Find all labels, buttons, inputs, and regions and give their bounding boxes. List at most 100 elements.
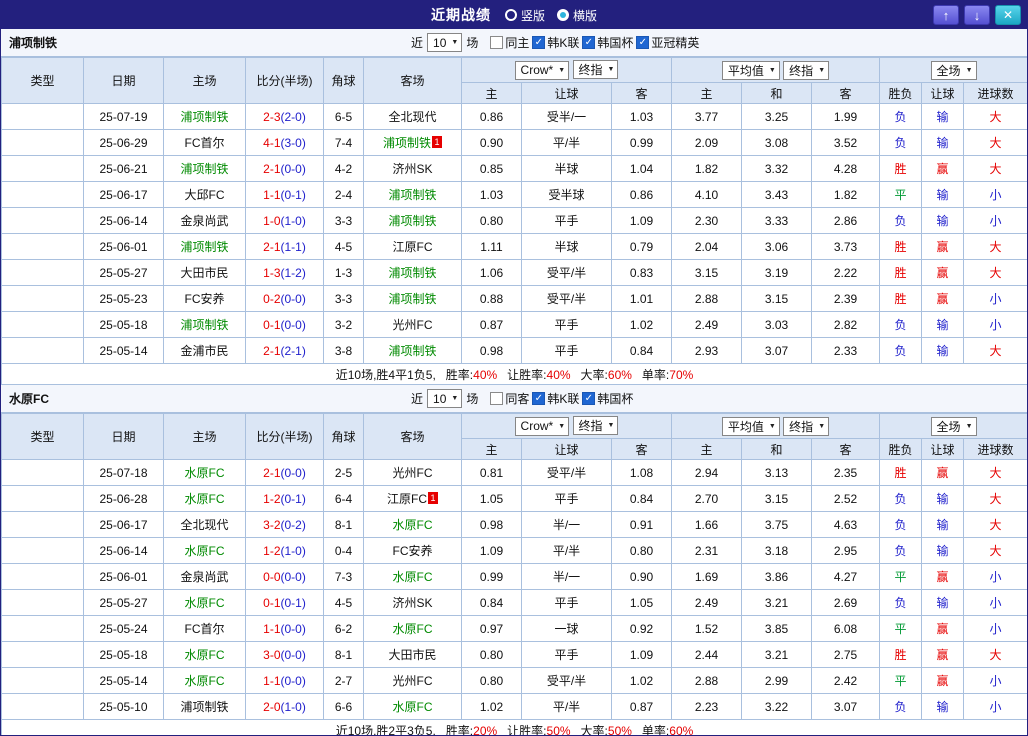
fulltime-score: 0-1 — [263, 595, 281, 610]
summary-label: 单率: — [641, 367, 670, 382]
team-name[interactable]: 浦项制铁 — [388, 214, 436, 228]
checkbox-icon[interactable] — [490, 36, 504, 49]
corners-cell: 8-1 — [323, 511, 364, 538]
checkbox-label: 亚冠精英 — [651, 36, 700, 50]
team-name[interactable]: 江原FC — [387, 492, 427, 506]
team-name[interactable]: FC首尔 — [185, 622, 225, 636]
team-name[interactable]: 水原FC — [393, 518, 433, 532]
team-name[interactable]: 水原FC — [185, 544, 225, 558]
chevron-down-icon: ▼ — [965, 422, 973, 430]
handicap-result-cell: 赢 — [921, 563, 965, 590]
team-name[interactable]: FC首尔 — [185, 136, 225, 150]
asian-home-odds: 1.05 — [461, 485, 522, 512]
team-filter-bar: 水原FC 近 10 ▼ 场 同客 ✓ 韩K联 ✓ 韩国杯 — [1, 385, 1027, 413]
team-name[interactable]: 大田市民 — [180, 266, 228, 280]
team-name[interactable]: 浦项制铁 — [388, 292, 436, 306]
col-header-corners: 角球 — [323, 413, 364, 460]
team-name[interactable]: 济州SK — [392, 596, 432, 610]
filter-checkbox[interactable]: ✓ 韩K联 — [532, 34, 579, 51]
match-count-select[interactable]: 10 ▼ — [427, 389, 463, 408]
checkbox-icon[interactable]: ✓ — [582, 36, 596, 49]
euro-source-select[interactable]: 平均值 ▼ — [721, 416, 780, 436]
goals-result-cell: 大 — [963, 485, 1027, 512]
home-team-cell: 水原FC — [163, 459, 246, 486]
league-cell: 韩K联 — [1, 207, 84, 234]
scope-select[interactable]: 全场 ▼ — [930, 60, 977, 80]
matches-table: 类型 日期 主场 比分(半场) 角球 客场 Crow* ▼ 终指 ▼ 平均值 ▼ 终指… — [1, 57, 1027, 385]
asian-away-odds: 1.01 — [611, 285, 672, 312]
odds-time-select[interactable]: 终指 ▼ — [572, 416, 619, 436]
team-name[interactable]: 浦项制铁 — [180, 162, 228, 176]
asian-home-odds: 1.03 — [461, 181, 522, 208]
team-name[interactable]: 浦项制铁 — [383, 136, 431, 150]
team-name[interactable]: 浦项制铁 — [180, 110, 228, 124]
team-name[interactable]: 金泉尚武 — [180, 570, 228, 584]
team-name[interactable]: 水原FC — [185, 466, 225, 480]
close-button[interactable]: ✕ — [995, 5, 1021, 25]
team-name[interactable]: 浦项制铁 — [180, 700, 228, 714]
team-name[interactable]: 大邱FC — [185, 188, 225, 202]
checkbox-icon[interactable]: ✓ — [532, 392, 546, 405]
checkbox-icon[interactable]: ✓ — [532, 36, 546, 49]
chevron-down-icon: ▼ — [558, 66, 566, 74]
team-name[interactable]: 浦项制铁 — [180, 240, 228, 254]
euro-away-odds: 2.52 — [810, 485, 881, 512]
team-name[interactable]: 水原FC — [185, 674, 225, 688]
euro-time-select[interactable]: 终指 ▼ — [783, 416, 830, 436]
filter-checkbox[interactable]: ✓ 韩国杯 — [582, 34, 633, 51]
home-team-cell: 全北现代 — [163, 511, 246, 538]
team-name[interactable]: 浦项制铁 — [180, 318, 228, 332]
filter-checkbox[interactable]: ✓ 韩国杯 — [582, 390, 633, 407]
euro-away-odds: 2.42 — [810, 667, 881, 694]
euro-source-select[interactable]: 平均值 ▼ — [721, 60, 780, 80]
match-row: 韩K联 25-05-27 大田市民 1-3(1-2) 1-3 浦项制铁 1.06 受平/半 0.… — [1, 259, 1027, 286]
fulltime-score: 2-1 — [263, 343, 281, 358]
layout-radio-option[interactable]: 横版 — [557, 7, 597, 24]
team-name[interactable]: 浦项制铁 — [388, 266, 436, 280]
team-name[interactable]: 水原FC — [185, 596, 225, 610]
team-name[interactable]: 全北现代 — [388, 110, 436, 124]
odds-time-select[interactable]: 终指 ▼ — [572, 60, 619, 80]
checkbox-icon[interactable]: ✓ — [636, 36, 650, 49]
team-name[interactable]: 济州SK — [392, 162, 432, 176]
team-name[interactable]: FC安养 — [393, 544, 433, 558]
checkbox-icon[interactable]: ✓ — [582, 392, 596, 405]
home-team-cell: 浦项制铁 — [163, 103, 246, 130]
match-row: 韩K联 25-05-23 FC安养 0-2(0-0) 3-3 浦项制铁 0.88 受平/半 1.… — [1, 285, 1027, 312]
radio-icon[interactable] — [557, 9, 569, 21]
team-name[interactable]: 水原FC — [393, 570, 433, 584]
team-name[interactable]: 光州FC — [393, 674, 433, 688]
team-name[interactable]: 水原FC — [185, 492, 225, 506]
scroll-up-button[interactable]: ↑ — [933, 5, 959, 25]
team-name[interactable]: 江原FC — [393, 240, 433, 254]
radio-icon[interactable] — [504, 9, 517, 21]
team-name[interactable]: 金浦市民 — [180, 344, 228, 358]
filter-checkbox[interactable]: ✓ 亚冠精英 — [636, 34, 699, 51]
checkbox-icon[interactable] — [490, 392, 504, 405]
team-name[interactable]: FC安养 — [185, 292, 225, 306]
odds-company-select[interactable]: Crow* ▼ — [514, 416, 570, 436]
scope-select[interactable]: 全场 ▼ — [930, 416, 977, 436]
team-name[interactable]: 金泉尚武 — [180, 214, 228, 228]
team-name[interactable]: 水原FC — [393, 622, 433, 636]
team-name[interactable]: 光州FC — [393, 318, 433, 332]
team-name[interactable]: 大田市民 — [388, 648, 436, 662]
team-name[interactable]: 水原FC — [185, 648, 225, 662]
filter-checkbox[interactable]: 同主 — [490, 34, 529, 51]
odds-company-select[interactable]: Crow* ▼ — [514, 60, 570, 80]
layout-radio-option[interactable]: 竖版 — [504, 7, 545, 24]
away-team-cell: 光州FC — [363, 311, 462, 338]
team-name-heading: 浦项制铁 — [9, 36, 58, 50]
euro-draw-odds: 3.33 — [741, 207, 812, 234]
filter-checkbox[interactable]: 同客 — [490, 390, 529, 407]
team-name[interactable]: 全北现代 — [180, 518, 228, 532]
scroll-down-button[interactable]: ↓ — [964, 5, 990, 25]
team-name[interactable]: 光州FC — [393, 466, 433, 480]
team-name[interactable]: 水原FC — [393, 700, 433, 714]
team-name[interactable]: 浦项制铁 — [388, 344, 436, 358]
select-value: 平均值 — [727, 419, 764, 434]
team-name[interactable]: 浦项制铁 — [388, 188, 436, 202]
euro-time-select[interactable]: 终指 ▼ — [783, 60, 830, 80]
match-count-select[interactable]: 10 ▼ — [427, 33, 463, 52]
filter-checkbox[interactable]: ✓ 韩K联 — [532, 390, 579, 407]
